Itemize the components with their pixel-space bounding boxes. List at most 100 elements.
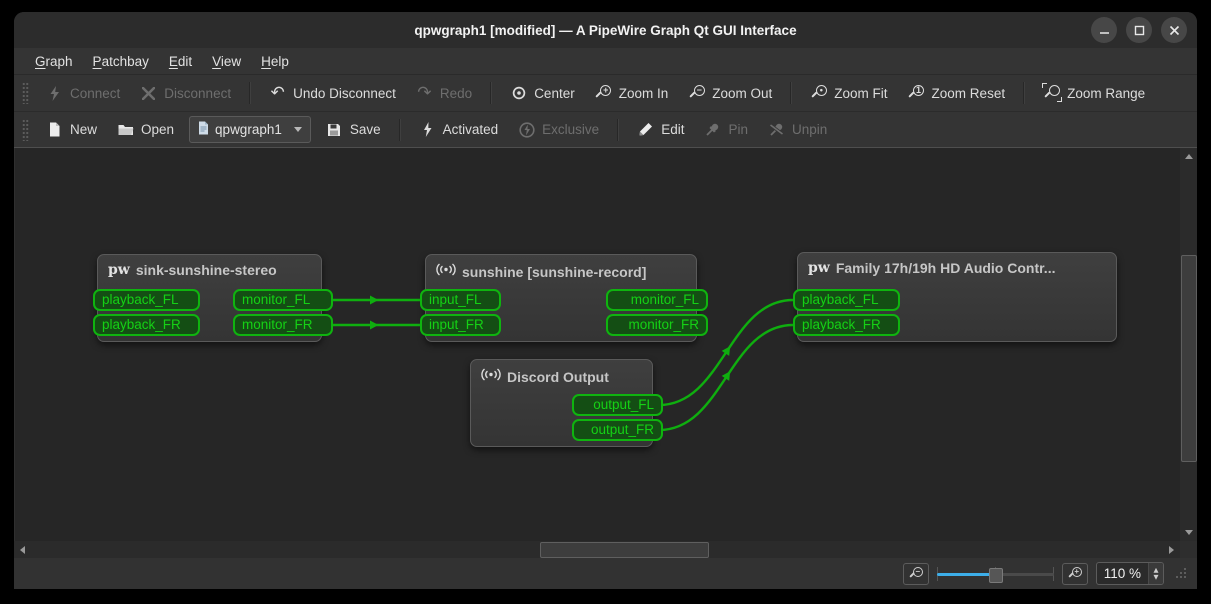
toolbar-separator (1023, 82, 1026, 104)
port-monitor-fr[interactable]: monitor_FR (233, 314, 333, 336)
zoom-reset-icon: 1 (908, 85, 925, 102)
connect-icon (46, 85, 63, 102)
arrow-left-icon (20, 545, 25, 554)
scroll-up-button[interactable] (1180, 148, 1197, 165)
port-input-fr[interactable]: input_FR (420, 314, 501, 336)
toolbar-separator (617, 118, 620, 141)
disconnect-button[interactable]: Disconnect (131, 80, 240, 107)
zoom-reset-button[interactable]: 1 Zoom Reset (899, 80, 1015, 107)
edit-pencil-icon (637, 121, 654, 138)
zoom-value: 110 % (1103, 566, 1141, 581)
scroll-left-button[interactable] (14, 541, 31, 558)
menubar: Graph Patchbay Edit View Help (14, 48, 1197, 75)
redo-button[interactable]: ↷ Redo (407, 80, 481, 107)
node-title: Family 17h/19h HD Audio Contr... (835, 260, 1056, 276)
link-arrow (721, 346, 731, 356)
link-arrow (721, 371, 731, 381)
window-title: qpwgraph1 [modified] — A PipeWire Graph … (414, 22, 797, 38)
maximize-button[interactable] (1126, 17, 1152, 43)
statusbar-zoom-out-button[interactable]: − (902, 562, 929, 585)
zoom-spinbox[interactable]: 110 % ▲ ▼ (1095, 562, 1164, 585)
center-icon (510, 85, 527, 102)
activated-button[interactable]: Activated (410, 116, 508, 143)
disconnect-icon (140, 85, 157, 102)
toolbar-drag-handle[interactable] (22, 118, 29, 141)
minimize-button[interactable] (1091, 17, 1117, 43)
save-icon (326, 121, 343, 138)
port-monitor-fr[interactable]: monitor_FR (606, 314, 708, 336)
minimize-icon (1099, 31, 1109, 34)
port-playback-fr[interactable]: playback_FR (93, 314, 200, 336)
node-title: Discord Output (507, 369, 609, 385)
scroll-right-button[interactable] (1163, 541, 1180, 558)
toolbar-drag-handle[interactable] (22, 82, 29, 104)
port-playback-fr[interactable]: playback_FR (793, 314, 900, 336)
stream-icon (481, 367, 501, 387)
zoom-range-button[interactable]: Zoom Range (1034, 80, 1154, 107)
unpin-button[interactable]: Unpin (759, 116, 836, 143)
port-monitor-fl[interactable]: monitor_FL (233, 289, 333, 311)
zoom-fit-icon: • (810, 85, 827, 102)
canvas-area: pw sink-sunshine-stereo playback_FL play… (14, 148, 1197, 558)
toolbar-graph: Connect Disconnect ↶ Undo Disconnect ↷ R… (14, 75, 1197, 112)
port-playback-fl[interactable]: playback_FL (93, 289, 200, 311)
close-icon (1169, 25, 1179, 35)
connection-links (329, 295, 794, 432)
port-output-fr[interactable]: output_FR (572, 419, 663, 441)
menu-patchbay[interactable]: Patchbay (84, 51, 158, 72)
maximize-icon (1134, 25, 1144, 35)
slider-handle[interactable] (989, 567, 1004, 583)
undo-disconnect-button[interactable]: ↶ Undo Disconnect (260, 80, 405, 107)
app-window: qpwgraph1 [modified] — A PipeWire Graph … (14, 12, 1197, 589)
toolbar-separator (249, 82, 252, 104)
center-button[interactable]: Center (501, 80, 584, 107)
connect-button[interactable]: Connect (37, 80, 129, 107)
graph-canvas[interactable]: pw sink-sunshine-stereo playback_FL play… (15, 148, 1180, 541)
resize-grip[interactable] (1174, 567, 1187, 580)
menu-help[interactable]: Help (252, 51, 298, 72)
activated-bolt-icon (419, 121, 436, 138)
stream-icon (436, 262, 456, 282)
zoom-in-icon: + (1068, 566, 1082, 581)
scroll-down-button[interactable] (1180, 524, 1197, 541)
statusbar-zoom-in-button[interactable]: + (1061, 562, 1088, 585)
statusbar: − + 110 % ▲ ▼ (14, 558, 1197, 589)
patchbay-selector-value: qpwgraph1 (215, 122, 282, 137)
zoom-in-icon: + (595, 85, 612, 102)
chevron-down-icon (293, 127, 302, 132)
patchbay-selector[interactable]: qpwgraph1 (189, 116, 311, 143)
exclusive-bolt-icon (518, 121, 535, 138)
vertical-scroll-thumb[interactable] (1181, 255, 1197, 462)
titlebar: qpwgraph1 [modified] — A PipeWire Graph … (14, 12, 1197, 48)
zoom-in-button[interactable]: + Zoom In (586, 80, 678, 107)
arrow-up-icon (1184, 154, 1193, 159)
edit-button[interactable]: Edit (628, 116, 693, 143)
open-button[interactable]: Open (108, 116, 183, 143)
spin-down-icon[interactable]: ▼ (1154, 573, 1159, 581)
pin-button[interactable]: Pin (695, 116, 757, 143)
save-button[interactable]: Save (317, 116, 390, 143)
port-playback-fl[interactable]: playback_FL (793, 289, 900, 311)
port-monitor-fl[interactable]: monitor_FL (606, 289, 708, 311)
vertical-scrollbar[interactable] (1180, 148, 1197, 541)
zoom-fit-button[interactable]: • Zoom Fit (801, 80, 896, 107)
slider-fill (936, 572, 996, 576)
horizontal-scroll-thumb[interactable] (540, 542, 709, 558)
new-file-icon (46, 121, 63, 138)
close-button[interactable] (1161, 17, 1187, 43)
menu-view[interactable]: View (203, 51, 250, 72)
exclusive-button[interactable]: Exclusive (509, 116, 608, 143)
menu-graph[interactable]: Graph (26, 51, 82, 72)
zoom-out-button[interactable]: − Zoom Out (679, 80, 781, 107)
port-input-fl[interactable]: input_FL (420, 289, 501, 311)
new-button[interactable]: New (37, 116, 106, 143)
node-title: sunshine [sunshine-record] (462, 264, 647, 280)
node-title: sink-sunshine-stereo (135, 262, 277, 278)
spinbox-arrows[interactable]: ▲ ▼ (1148, 563, 1163, 584)
patchbay-file-icon (198, 121, 209, 138)
zoom-slider[interactable] (936, 565, 1054, 583)
horizontal-scrollbar[interactable] (14, 541, 1180, 558)
menu-edit[interactable]: Edit (160, 51, 201, 72)
port-output-fl[interactable]: output_FL (572, 394, 663, 416)
redo-icon: ↷ (417, 82, 432, 103)
